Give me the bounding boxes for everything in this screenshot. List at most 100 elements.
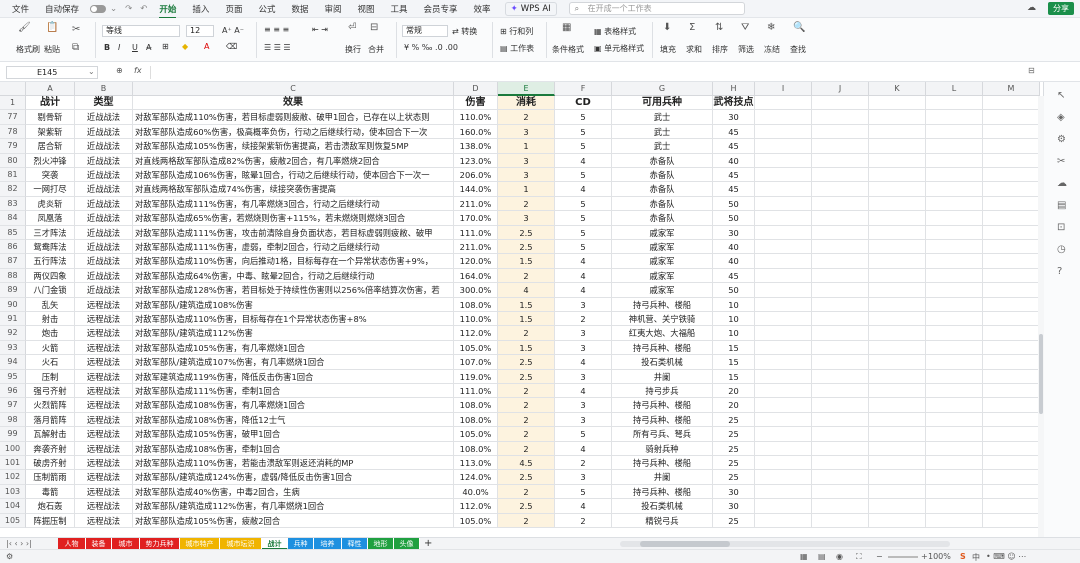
table-cell[interactable]: 111.0% [454,384,498,399]
table-cell[interactable]: 近战战法 [75,153,133,168]
table-cell[interactable]: 2 [498,427,555,442]
table-cell[interactable]: 4 [555,283,612,298]
table-cell[interactable]: 4 [555,499,612,514]
table-cell[interactable]: 戚家军 [612,268,713,284]
table-cell[interactable]: 对敌军部队造成111%伤害，牵制1回合 [133,384,454,399]
table-cell[interactable]: 居合斩 [26,139,75,154]
row-header[interactable]: 90 [0,297,26,312]
table-cell[interactable]: 火箭 [26,340,75,356]
table-cell[interactable] [755,110,812,125]
table-cell[interactable] [926,355,983,370]
doc-icon[interactable]: ▤ [1057,200,1066,211]
table-cell[interactable]: 3 [498,124,555,140]
table-cell[interactable]: 30 [713,225,755,240]
merge-icon[interactable]: ⊟ [370,22,378,33]
table-cell[interactable]: 远程战法 [75,412,133,428]
table-cell[interactable]: 阵掘压制 [26,513,75,528]
column-header-E[interactable]: E [498,82,555,96]
table-cell[interactable]: 赤备队 [612,211,713,226]
table-cell[interactable]: 三才阵法 [26,225,75,240]
table-cell[interactable] [983,182,1040,197]
table-cell[interactable]: 近战战法 [75,168,133,183]
table-cell[interactable]: 对敌军部队造成105%伤害，破甲1回合 [133,427,454,442]
freeze-icon[interactable]: ❄ [767,22,775,33]
table-cell[interactable] [812,211,869,226]
table-cell[interactable] [812,153,869,168]
column-header-H[interactable]: H [713,82,755,96]
table-cell[interactable] [755,355,812,370]
table-cell[interactable] [812,326,869,341]
filter-icon[interactable]: ⛛ [741,22,749,33]
table-cell[interactable]: 远程战法 [75,369,133,384]
fill-button[interactable]: 填充 [660,44,676,55]
cut-icon[interactable]: ✂ [72,24,80,35]
row-header[interactable]: 101 [0,456,26,471]
table-cell[interactable]: 4 [555,153,612,168]
table-cell[interactable]: 206.0% [454,168,498,183]
strikethrough-icon[interactable]: A̶ [146,43,151,52]
zoom-out-icon[interactable]: − [876,552,883,561]
table-cell[interactable]: 一网打尽 [26,182,75,197]
table-cell[interactable] [983,427,1040,442]
table-cell[interactable] [755,240,812,255]
table-cell[interactable]: 对敌军部队造成110%伤害，若目标虚弱则疲敝、破甲1回合，已存在以上状态则 [133,110,454,125]
table-cell[interactable]: 15 [713,369,755,384]
header-cell[interactable] [926,96,983,111]
redo-icon[interactable]: ↷ [125,4,132,14]
table-cell[interactable]: 对敌军部队/建筑造成112%伤害 [133,326,454,341]
table-cell[interactable] [926,297,983,312]
scrollbar-thumb[interactable] [1039,334,1043,414]
table-cell[interactable]: 2 [498,384,555,399]
table-cell[interactable]: 两仪四象 [26,268,75,284]
formula-input[interactable] [150,66,1020,79]
wrap-icon[interactable]: ⏎ [348,22,356,33]
table-cell[interactable] [812,427,869,442]
brush-icon[interactable]: 🖌 [18,22,31,33]
sheet-settings-icon[interactable]: ⚙ [6,552,13,561]
table-cell[interactable]: 对敌军部队/建筑造成107%伤害，有几率燃烧1回合 [133,355,454,370]
table-cell[interactable]: 赤备队 [612,182,713,197]
table-cell[interactable]: 4 [555,384,612,399]
table-cell[interactable] [983,268,1040,284]
header-cell[interactable] [812,96,869,111]
table-cell[interactable] [983,484,1040,500]
table-cell[interactable]: 5 [555,211,612,226]
table-cell[interactable]: 1.5 [498,254,555,269]
cloud-icon[interactable]: ☁ [1027,3,1036,13]
table-cell[interactable]: 八门金锁 [26,283,75,298]
table-cell[interactable] [983,196,1040,212]
table-cell[interactable] [926,283,983,298]
table-cell[interactable] [755,499,812,514]
table-cell[interactable]: 25 [713,412,755,428]
table-cell[interactable]: 3 [498,211,555,226]
help-icon[interactable]: ? [1057,266,1062,277]
settings-icon[interactable]: ⚙ [1057,134,1066,145]
table-cell[interactable]: 远程战法 [75,297,133,312]
table-cell[interactable]: 对敌军部队造成106%伤害，眩晕1回合，行动之后继续行动，使本回合下一次一 [133,168,454,183]
menu-item-4[interactable]: 页面 [225,3,242,15]
table-cell[interactable]: 30 [713,499,755,514]
row-header[interactable]: 77 [0,110,26,125]
table-cell[interactable] [869,283,926,298]
table-cell[interactable]: 111.0% [454,225,498,240]
table-cell[interactable]: 5 [555,124,612,140]
table-cell[interactable]: 105.0% [454,427,498,442]
header-cell[interactable]: 可用兵种 [612,96,713,111]
table-cell[interactable] [755,254,812,269]
table-cell[interactable]: 110.0% [454,110,498,125]
zoom-icon[interactable]: ⊕ [116,66,123,75]
table-cell[interactable] [926,196,983,212]
font-name-select[interactable]: 等线 [102,25,180,37]
sum-button[interactable]: 求和 [686,44,702,55]
table-cell[interactable] [983,499,1040,514]
header-cell[interactable]: 战计 [26,96,75,111]
table-cell[interactable] [983,340,1040,356]
sort-button[interactable]: 排序 [712,44,728,55]
print-icon[interactable]: ⌄ [110,4,117,14]
table-cell[interactable]: 毒箭 [26,484,75,500]
header-cell[interactable]: 武将技点 [713,96,755,111]
format-painter-button[interactable]: 格式刷 [16,44,40,55]
table-cell[interactable]: 45 [713,139,755,154]
ime-lang[interactable]: 中 [972,552,980,563]
table-cell[interactable]: 110.0% [454,312,498,327]
